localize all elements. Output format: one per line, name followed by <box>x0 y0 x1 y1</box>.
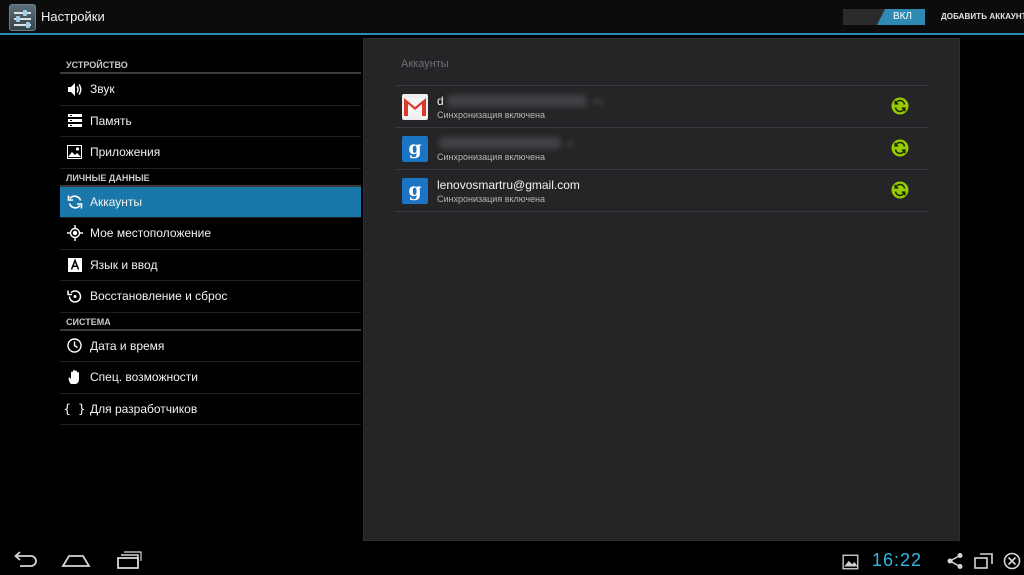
nav-item-label: Для разработчиков <box>90 401 198 416</box>
sync-status-icon <box>891 181 909 199</box>
settings-nav: УСТРОЙСТВО Звук Память Приложения ЛИЧНЫЕ… <box>60 56 361 425</box>
nav-item-label: Восстановление и сброс <box>90 289 228 304</box>
account-name-tail: n <box>567 136 574 150</box>
accessibility-icon <box>66 369 83 386</box>
accounts-sync-toggle[interactable]: ВКЛ <box>843 9 925 25</box>
account-row-google-2[interactable]: g lenovosmartru@gmail.com Синхронизация … <box>395 170 929 211</box>
nav-item-date-time[interactable]: Дата и время <box>60 331 361 362</box>
nav-item-backup-reset[interactable]: Восстановление и сброс <box>60 281 361 313</box>
gallery-notification-icon[interactable] <box>842 553 860 571</box>
settings-app-icon[interactable] <box>9 4 36 31</box>
account-name: lenovosmartru@gmail.com <box>437 178 580 192</box>
nav-item-accounts[interactable]: Аккаунты <box>60 186 361 218</box>
action-bar: Настройки ВКЛ ДОБАВИТЬ АККАУНТ <box>0 0 1024 35</box>
gmail-icon <box>402 94 428 120</box>
storage-icon <box>66 112 83 129</box>
redacted-email <box>447 95 587 107</box>
nav-item-label: Аккаунты <box>90 194 143 209</box>
redacted-email <box>439 137 561 149</box>
nav-item-label: Язык и ввод <box>90 257 158 272</box>
panel-title: Аккаунты <box>401 58 449 70</box>
nav-item-apps[interactable]: Приложения <box>60 137 361 169</box>
account-name-tail: ru <box>593 94 604 108</box>
section-header-personal: ЛИЧНЫЕ ДАННЫЕ <box>60 169 361 187</box>
accounts-panel: Аккаунты d ru Синхронизация включена g n… <box>363 38 960 541</box>
nav-item-label: Спец. возможности <box>90 370 198 385</box>
nav-item-developer[interactable]: { } Для разработчиков <box>60 394 361 425</box>
google-icon: g <box>402 136 428 162</box>
account-sync-status: Синхронизация включена <box>437 110 545 120</box>
back-button[interactable] <box>11 550 39 570</box>
account-row-google-1[interactable]: g n Синхронизация включена <box>395 128 929 169</box>
account-row-gmail[interactable]: d ru Синхронизация включена <box>395 86 929 127</box>
toggle-label: ВКЛ <box>892 11 912 22</box>
sync-status-icon <box>891 139 909 157</box>
divider <box>395 211 929 212</box>
close-icon[interactable] <box>1003 552 1021 570</box>
section-header-system: СИСТЕМА <box>60 313 361 331</box>
nav-item-label: Дата и время <box>90 338 165 353</box>
share-icon[interactable] <box>946 552 964 570</box>
nav-item-label: Память <box>90 113 132 128</box>
page-title: Настройки <box>41 9 105 24</box>
nav-item-sound[interactable]: Звук <box>60 74 361 106</box>
add-account-button[interactable]: ДОБАВИТЬ АККАУНТ <box>941 12 1024 21</box>
status-clock[interactable]: 16:22 <box>872 550 922 571</box>
nav-item-accessibility[interactable]: Спец. возможности <box>60 362 361 394</box>
section-header-device: УСТРОЙСТВО <box>60 56 361 74</box>
recent-apps-button[interactable] <box>114 550 142 570</box>
nav-item-label: Приложения <box>90 145 161 160</box>
language-icon <box>66 256 83 273</box>
nav-item-language[interactable]: Язык и ввод <box>60 250 361 281</box>
nav-item-label: Звук <box>90 82 115 97</box>
apps-icon <box>66 144 83 161</box>
multi-window-icon[interactable] <box>974 552 994 570</box>
backup-icon <box>66 288 83 305</box>
location-icon <box>66 225 83 242</box>
nav-item-label: Мое местоположение <box>90 226 212 241</box>
system-bar <box>0 544 1024 575</box>
nav-item-storage[interactable]: Память <box>60 106 361 137</box>
sync-icon <box>66 193 83 210</box>
clock-icon <box>66 337 83 354</box>
nav-item-location[interactable]: Мое местоположение <box>60 218 361 250</box>
sync-status-icon <box>891 97 909 115</box>
sound-icon <box>66 81 83 98</box>
braces-icon: { } <box>63 401 86 416</box>
google-icon: g <box>402 178 428 204</box>
home-button[interactable] <box>60 550 92 570</box>
account-name-initial: d <box>437 94 444 108</box>
account-sync-status: Синхронизация включена <box>437 194 545 204</box>
account-sync-status: Синхронизация включена <box>437 152 545 162</box>
